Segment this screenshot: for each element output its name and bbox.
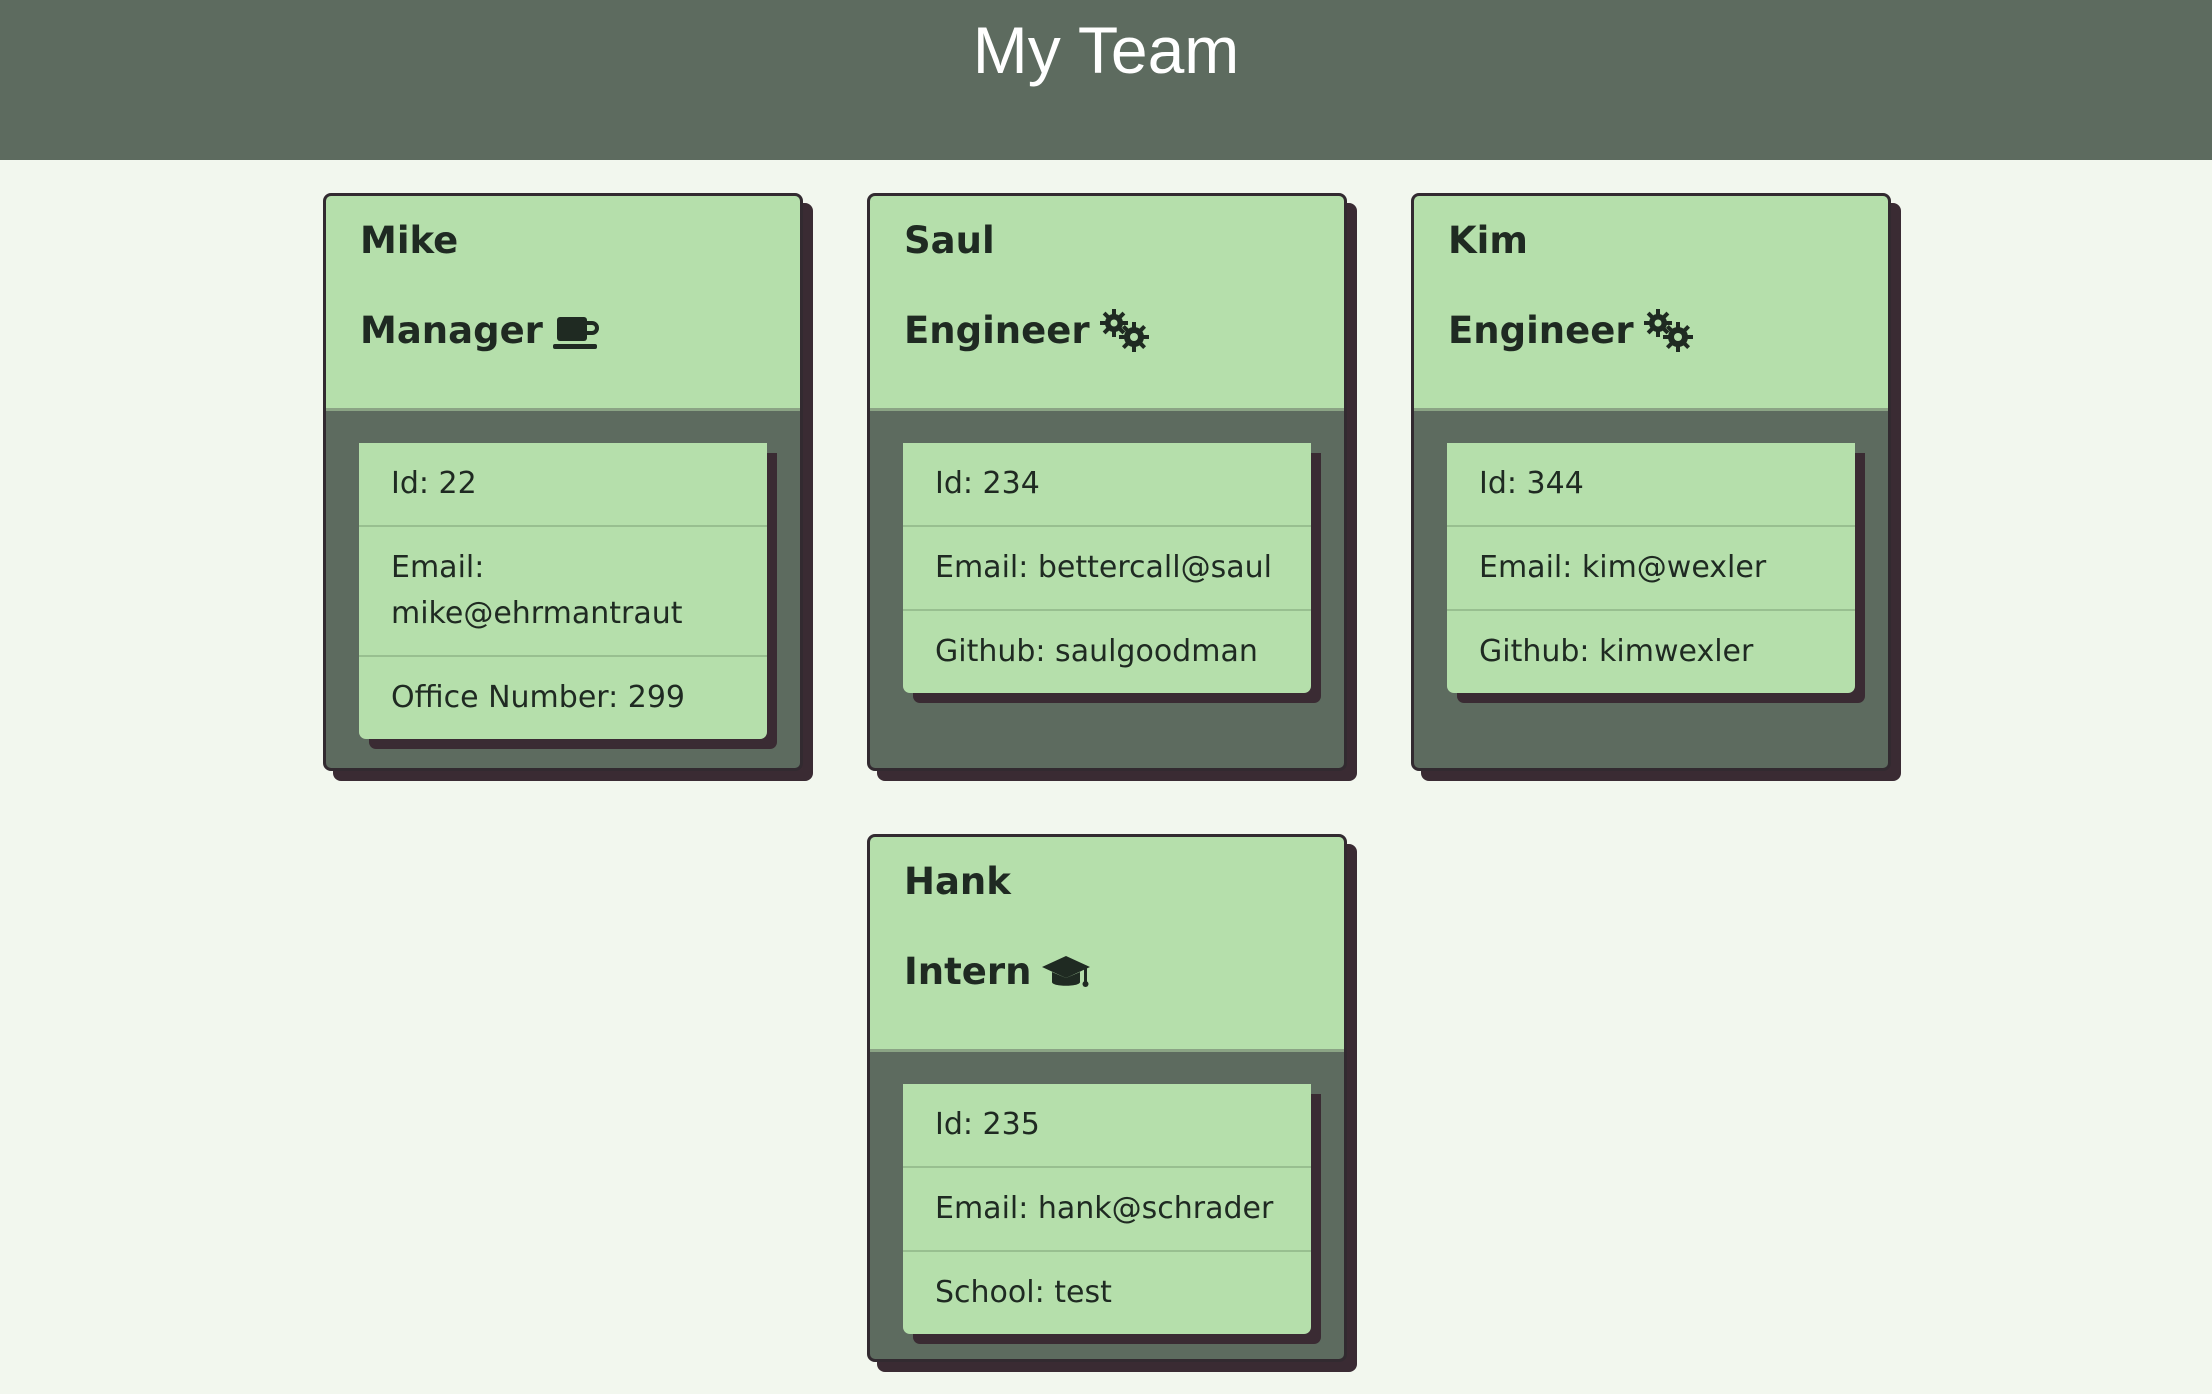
- employee-card-engineer: Saul Engineer Id: 234 Email: bettercall@…: [867, 193, 1347, 771]
- gears-icon: [1099, 309, 1150, 353]
- detail-github: Github: kimwexler: [1447, 609, 1855, 693]
- employee-role: Engineer: [904, 306, 1150, 356]
- employee-card-manager: Mike Manager Id: 22 Email: mike@ehrmantr…: [323, 193, 803, 771]
- card-header: Mike Manager: [326, 196, 800, 411]
- details-list: Id: 234 Email: bettercall@saul Github: s…: [903, 443, 1311, 693]
- detail-id: Id: 234: [935, 466, 1040, 501]
- detail-id: Id: 235: [935, 1107, 1040, 1142]
- employee-name: Mike: [360, 219, 459, 262]
- detail-school: School: test: [903, 1250, 1311, 1334]
- details-list: Id: 22 Email: mike@ehrmantraut Office Nu…: [359, 443, 767, 739]
- role-label: Manager: [360, 309, 543, 352]
- card-header: Saul Engineer: [870, 196, 1344, 411]
- detail-email: Email: mike@ehrmantraut: [359, 525, 767, 655]
- details-list: Id: 344 Email: kim@wexler Github: kimwex…: [1447, 443, 1855, 693]
- role-label: Engineer: [904, 309, 1090, 352]
- graduation-cap-icon: [1041, 950, 1091, 994]
- detail-github: Github: saulgoodman: [903, 609, 1311, 693]
- employee-role: Engineer: [1448, 306, 1694, 356]
- details-list: Id: 235 Email: hank@schrader School: tes…: [903, 1084, 1311, 1334]
- detail-id: Id: 344: [1479, 466, 1584, 501]
- employee-name: Kim: [1448, 219, 1528, 262]
- employee-role: Intern: [904, 947, 1091, 997]
- detail-id: Id: 22: [391, 466, 477, 501]
- employee-name: Saul: [904, 219, 995, 262]
- coffee-mug-icon: [552, 309, 603, 353]
- detail-office-number: Office Number: 299: [359, 655, 767, 739]
- employee-name: Hank: [904, 860, 1011, 903]
- detail-email: Email: hank@schrader: [903, 1166, 1311, 1250]
- detail-email: Email: bettercall@saul: [903, 525, 1311, 609]
- role-label: Engineer: [1448, 309, 1634, 352]
- employee-card-intern: Hank Intern Id: 235 Email: hank@schrader…: [867, 834, 1347, 1362]
- card-header: Hank Intern: [870, 837, 1344, 1052]
- employee-role: Manager: [360, 306, 603, 356]
- gears-icon: [1643, 309, 1694, 353]
- page-title: My Team: [972, 13, 1240, 87]
- card-header: Kim Engineer: [1414, 196, 1888, 411]
- employee-card-engineer: Kim Engineer Id: 344 Email: kim@wexler G…: [1411, 193, 1891, 771]
- role-label: Intern: [904, 950, 1032, 993]
- page-header: My Team: [0, 0, 2212, 160]
- detail-email: Email: kim@wexler: [1447, 525, 1855, 609]
